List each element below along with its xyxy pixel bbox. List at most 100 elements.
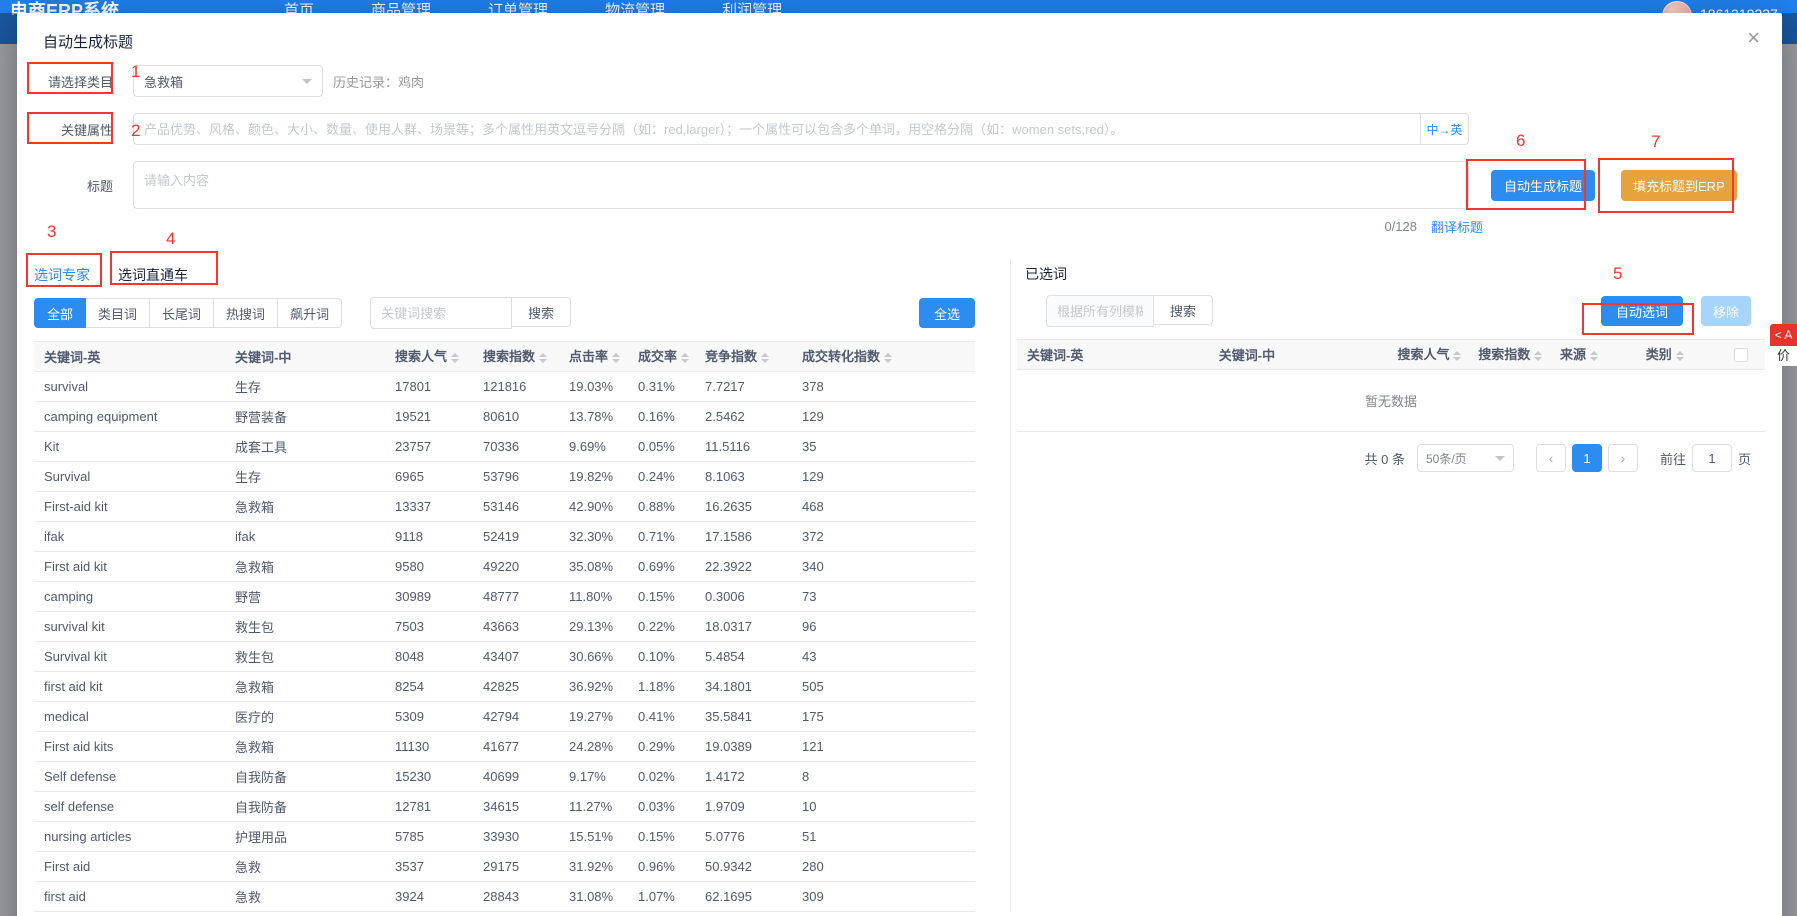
- table-cell: 62.1695: [695, 881, 792, 912]
- total-count: 共 0 条: [1364, 451, 1405, 467]
- table-row[interactable]: survival 生存 17801 121816 19.03% 0.31% 7.7217 37…: [34, 371, 975, 402]
- zh-to-en-button[interactable]: 中→英: [1421, 113, 1469, 145]
- sort-icon[interactable]: [884, 349, 893, 367]
- sort-icon[interactable]: [681, 349, 690, 367]
- table-cell: 309: [792, 881, 975, 912]
- fill-title-to-erp-button[interactable]: 填充标题到ERP: [1621, 169, 1737, 201]
- table-cell: First aid kit: [34, 551, 225, 582]
- table-cell: 42825: [473, 671, 559, 702]
- filter-rising-words[interactable]: 飙升词: [277, 298, 343, 328]
- table-row[interactable]: camping 野营 30989 48777 11.80% 0.15% 0.3006 73: [34, 581, 975, 612]
- table-cell: 48777: [473, 581, 559, 612]
- table-row[interactable]: First aid kits 急救箱 11130 41677 24.28% 0.29% 19…: [34, 731, 975, 762]
- table-row[interactable]: First aid kit 急救箱 9580 49220 35.08% 0.69% 22.3…: [34, 551, 975, 582]
- sort-icon[interactable]: [451, 349, 460, 367]
- selected-search-group: 搜索: [1046, 295, 1213, 327]
- table-row[interactable]: Self defense 自我防备 15230 40699 9.17% 0.02% 1.41…: [34, 761, 975, 792]
- sort-icon[interactable]: [612, 349, 621, 367]
- table-row[interactable]: first aid kit 急救箱 8254 42825 36.92% 1.18% 34.1…: [34, 671, 975, 702]
- filter-hot-search-words[interactable]: 热搜词: [213, 298, 279, 328]
- col-source[interactable]: 来源: [1549, 339, 1636, 370]
- select-all-checkbox[interactable]: [1733, 348, 1748, 363]
- table-row[interactable]: First aid 急救 3537 29175 31.92% 0.96% 50.9342 28…: [34, 851, 975, 882]
- table-cell: 5309: [385, 701, 473, 732]
- page-size-select[interactable]: 50条/页: [1416, 444, 1514, 472]
- page-number-button[interactable]: 1: [1571, 444, 1602, 472]
- sort-icon[interactable]: [1675, 347, 1684, 365]
- table-cell: 34.1801: [695, 671, 792, 702]
- generate-title-button[interactable]: 自动生成标题: [1491, 169, 1596, 201]
- col-conversion-index[interactable]: 成交转化指数: [792, 341, 975, 372]
- sort-icon[interactable]: [761, 349, 770, 367]
- keyword-search-input[interactable]: [370, 297, 513, 329]
- goto-page-input[interactable]: [1691, 444, 1732, 472]
- prev-page-button[interactable]: ‹: [1535, 444, 1566, 472]
- table-row[interactable]: ifak ifak 9118 52419 32.30% 0.71% 17.1586 372: [34, 521, 975, 552]
- col-deal-rate[interactable]: 成交率: [628, 341, 695, 372]
- auto-select-button[interactable]: 自动选词: [1600, 296, 1683, 326]
- filter-category-words[interactable]: 类目词: [85, 298, 151, 328]
- keyword-search-button[interactable]: 搜索: [512, 297, 572, 327]
- table-cell: 17.1586: [695, 521, 792, 552]
- table-cell: 34615: [473, 791, 559, 822]
- table-cell: 急救: [225, 881, 385, 912]
- side-collapse-tag[interactable]: < A 价: [1770, 324, 1797, 366]
- attributes-input[interactable]: [133, 113, 1421, 145]
- tab-word-train[interactable]: 选词直通车: [118, 265, 188, 285]
- column-label: 关键词-英: [1027, 348, 1084, 363]
- next-page-button[interactable]: ›: [1607, 444, 1638, 472]
- translate-title-link[interactable]: 翻译标题: [1431, 217, 1483, 236]
- sort-icon[interactable]: [1534, 347, 1543, 365]
- title-input[interactable]: [133, 161, 1469, 209]
- col-click-rate[interactable]: 点击率: [559, 341, 628, 372]
- table-row[interactable]: Survival kit 救生包 8048 43407 30.66% 0.10% 5.485…: [34, 641, 975, 672]
- category-select[interactable]: 急救箱: [133, 65, 323, 97]
- table-row[interactable]: Kit 成套工具 23757 70336 9.69% 0.05% 11.5116 35: [34, 431, 975, 462]
- remove-button[interactable]: 移除: [1700, 296, 1751, 326]
- table-cell: 急救箱: [225, 671, 385, 702]
- table-cell: 急救箱: [225, 551, 385, 582]
- table-cell: 19.03%: [559, 371, 628, 402]
- table-row[interactable]: medical 医疗的 5309 42794 19.27% 0.41% 35.5841 175: [34, 701, 975, 732]
- table-cell: 42794: [473, 701, 559, 732]
- table-cell: 15.51%: [559, 821, 628, 852]
- table-row[interactable]: first aid 急救 3924 28843 31.08% 1.07% 62.1695 30…: [34, 881, 975, 912]
- table-cell: 80610: [473, 401, 559, 432]
- side-tag-bottom: 价: [1770, 346, 1797, 366]
- table-cell: 成套工具: [225, 431, 385, 462]
- table-cell: nursing articles: [34, 821, 225, 852]
- select-all-button[interactable]: 全选: [918, 298, 975, 328]
- sort-icon[interactable]: [1589, 347, 1598, 365]
- col-checkbox: [1716, 339, 1765, 370]
- table-cell: 29.13%: [559, 611, 628, 642]
- col-search-index[interactable]: 搜索指数: [473, 341, 559, 372]
- table-cell: 11.80%: [559, 581, 628, 612]
- col-search-popularity[interactable]: 搜索人气: [1387, 339, 1469, 370]
- sort-icon[interactable]: [1453, 347, 1462, 365]
- table-row[interactable]: First-aid kit 急救箱 13337 53146 42.90% 0.88% 16.…: [34, 491, 975, 522]
- selected-search-input[interactable]: [1046, 295, 1154, 327]
- close-icon[interactable]: ×: [1747, 27, 1760, 49]
- table-cell: 8254: [385, 671, 473, 702]
- col-category[interactable]: 类别: [1635, 339, 1717, 370]
- tab-word-expert[interactable]: 选词专家: [34, 265, 90, 285]
- table-row[interactable]: self defense 自我防备 12781 34615 11.27% 0.03% 1.9…: [34, 791, 975, 822]
- table-cell: self defense: [34, 791, 225, 822]
- table-row[interactable]: nursing articles 护理用品 5785 33930 15.51% 0.15%…: [34, 821, 975, 852]
- column-label: 关键词-英: [44, 350, 101, 365]
- sort-icon[interactable]: [539, 349, 548, 367]
- table-cell: 0.05%: [628, 431, 695, 462]
- selected-search-button[interactable]: 搜索: [1153, 295, 1213, 325]
- table-cell: 7503: [385, 611, 473, 642]
- col-search-popularity[interactable]: 搜索人气: [385, 341, 473, 372]
- table-cell: 16.2635: [695, 491, 792, 522]
- col-search-index[interactable]: 搜索指数: [1468, 339, 1550, 370]
- col-competition-index[interactable]: 竞争指数: [695, 341, 792, 372]
- filter-all[interactable]: 全部: [34, 298, 87, 328]
- filter-long-tail-words[interactable]: 长尾词: [149, 298, 215, 328]
- chevron-down-icon: [1494, 456, 1505, 466]
- table-row[interactable]: survival kit 救生包 7503 43663 29.13% 0.22% 18.03…: [34, 611, 975, 642]
- table-row[interactable]: Survival 生存 6965 53796 19.82% 0.24% 8.1063 129: [34, 461, 975, 492]
- table-row[interactable]: camping equipment 野营装备 19521 80610 13.78% 0.1…: [34, 401, 975, 432]
- pagination: 共 0 条 50条/页 ‹ 1 › 前往 页: [1017, 444, 1751, 472]
